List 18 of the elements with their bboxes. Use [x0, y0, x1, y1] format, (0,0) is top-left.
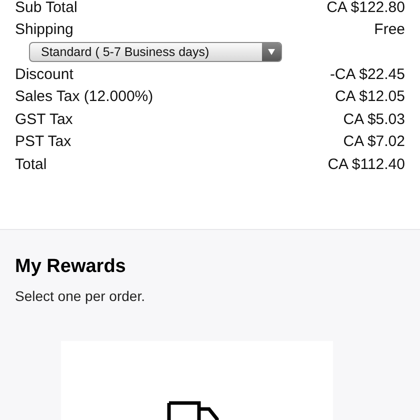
summary-label: Total	[15, 156, 47, 173]
summary-value: CA $12.05	[334, 88, 405, 106]
summary-value: CA $7.02	[343, 133, 405, 150]
summary-value: CA $5.03	[343, 110, 405, 128]
summary-label: Shipping	[15, 21, 74, 38]
summary-label: PST Tax	[15, 133, 72, 150]
shipping-dropdown[interactable]: Standard ( 5-7 Business days)	[29, 42, 282, 62]
summary-value: CA $122.80	[326, 0, 405, 16]
section-subtitle: Select one per order.	[15, 288, 146, 304]
section-title: My Rewards	[15, 256, 127, 278]
summary-label: Discount	[15, 66, 74, 83]
caret-icon	[268, 49, 275, 55]
summary-value: CA $112.40	[328, 156, 405, 173]
summary-label: Sales Tax (12.000%)	[15, 88, 154, 106]
summary-value: Free	[374, 21, 405, 38]
summary-value: -CA $22.45	[330, 66, 405, 83]
summary-label: GST Tax	[15, 110, 73, 128]
summary-label: Sub Total	[15, 0, 78, 16]
